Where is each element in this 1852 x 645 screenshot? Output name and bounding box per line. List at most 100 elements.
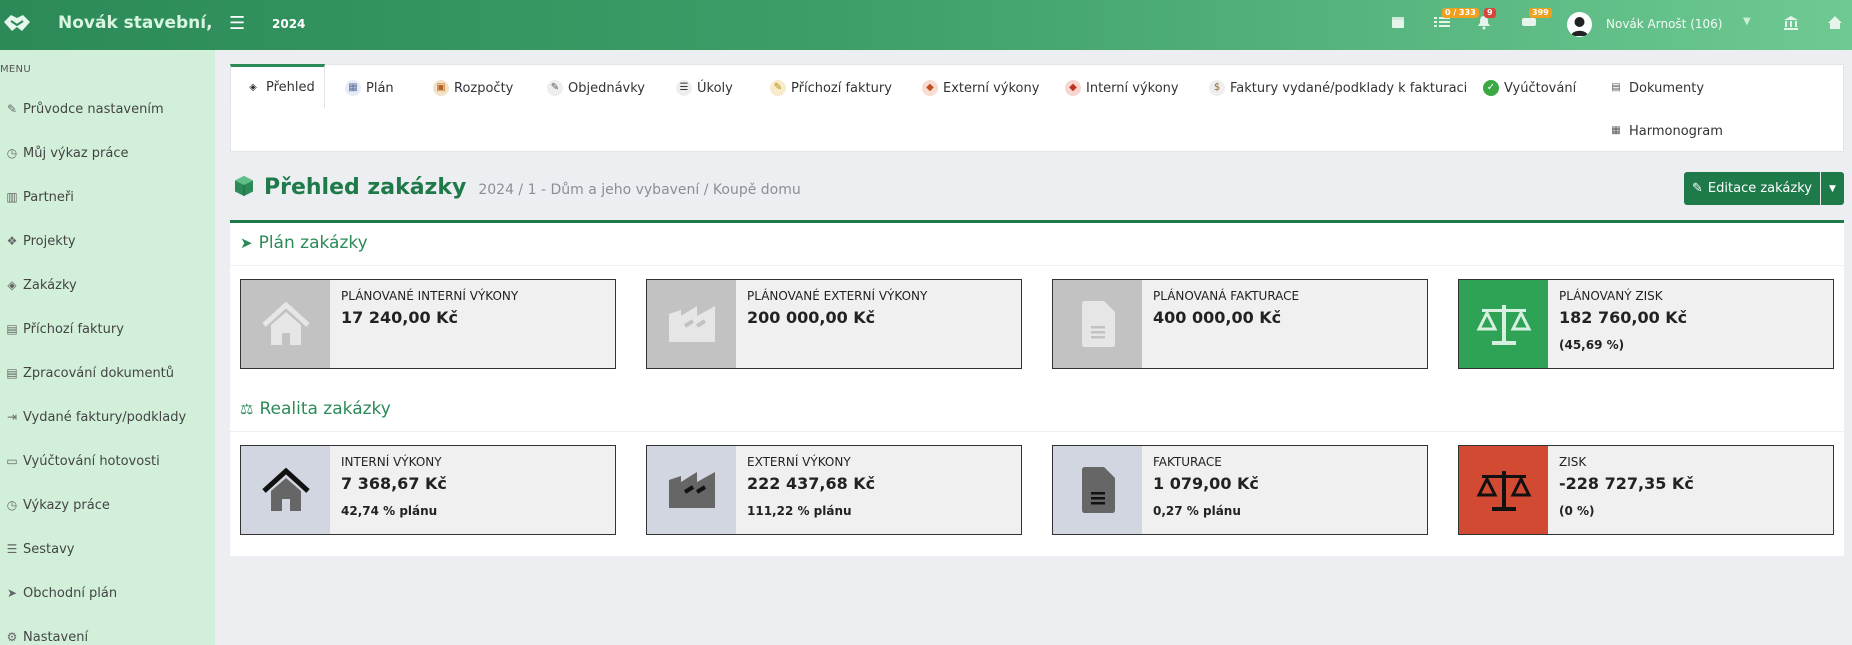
- tab-settlement[interactable]: ✓ Vyúčtování: [1483, 70, 1576, 106]
- tab-budgets[interactable]: ▣ Rozpočty: [433, 70, 513, 106]
- tab-incoming-invoices[interactable]: ✎ Příchozí faktury: [770, 70, 892, 106]
- sidebar-item-issued-invoices[interactable]: ⇥ Vydané faktury/podklady: [4, 405, 186, 429]
- home-icon[interactable]: [1825, 15, 1845, 35]
- calendar-icon: ▦: [1611, 125, 1621, 136]
- sidebar-item-incoming-invoices[interactable]: ▤ Příchozí faktury: [4, 317, 124, 341]
- file-text-icon: ▤: [6, 366, 18, 380]
- tab-purchase-orders[interactable]: ✎ Objednávky: [547, 70, 645, 106]
- sidebar-item-timesheets[interactable]: ◷ Výkazy práce: [4, 493, 110, 517]
- sidebar-item-setup-wizard[interactable]: ✎ Průvodce nastavením: [4, 97, 164, 121]
- card-value: -228 727,35 Kč: [1559, 474, 1694, 493]
- sidebar-item-label: Projekty: [23, 233, 76, 249]
- paper-plane-icon: ➤: [240, 234, 253, 252]
- house-icon: [241, 446, 330, 534]
- clock-icon: ◷: [6, 146, 18, 160]
- invoice-out-icon: $: [1209, 80, 1225, 96]
- house-icon: [241, 280, 330, 368]
- handshake-logo-icon[interactable]: [2, 8, 32, 38]
- card-label: Plánovaná fakturace: [1153, 289, 1300, 303]
- sidebar-item-business-plan[interactable]: ➤ Obchodní plán: [4, 581, 117, 605]
- tab-plan[interactable]: ▦ Plán: [345, 70, 394, 106]
- caret-down-icon: ▼: [1829, 183, 1836, 194]
- avatar[interactable]: [1567, 12, 1592, 37]
- reality-invoicing-card: Fakturace 1 079,00 Kč 0,27 % plánu: [1052, 445, 1428, 535]
- document-icon: ▤: [1611, 82, 1621, 93]
- cubes-icon: ❖: [6, 234, 18, 248]
- sidebar-item-label: Můj výkaz práce: [23, 145, 129, 161]
- messages-icon[interactable]: 399: [1519, 8, 1552, 35]
- bank-icon[interactable]: [1781, 15, 1801, 35]
- tab-issued-invoices[interactable]: $ Faktury vydané/podklady k fakturaci: [1209, 70, 1467, 106]
- sidebar-item-label: Průvodce nastavením: [23, 101, 164, 117]
- tab-label: Plán: [366, 80, 394, 96]
- hamburger-menu-icon[interactable]: ☰: [229, 13, 245, 34]
- card-label: Fakturace: [1153, 455, 1222, 469]
- reality-internal-work-card: Interní výkony 7 368,67 Kč 42,74 % plánu: [240, 445, 616, 535]
- calendar-icon: ▦: [345, 80, 361, 96]
- edit-dropdown-toggle[interactable]: ▼: [1821, 172, 1844, 205]
- brand-name[interactable]: Novák stavební,: [58, 13, 213, 33]
- file-export-icon: ⇥: [6, 410, 18, 424]
- sidebar-item-cash-settlement[interactable]: ▭ Vyúčtování hotovosti: [4, 449, 159, 473]
- file-icon: [1053, 280, 1142, 368]
- tab-schedule[interactable]: ▦ Harmonogram: [1608, 113, 1723, 149]
- tab-documents[interactable]: ▤ Dokumenty: [1608, 70, 1704, 106]
- order-icon: ✎: [547, 80, 563, 96]
- reality-external-work-card: Externí výkony 222 437,68 Kč 111,22 % pl…: [646, 445, 1022, 535]
- tab-external-work[interactable]: ◆ Externí výkony: [922, 70, 1039, 106]
- list-icon: ☰: [6, 542, 18, 556]
- breadcrumb: 2024 / 1 - Dům a jeho vybavení / Koupě d…: [478, 182, 801, 198]
- building-icon: ▥: [6, 190, 18, 204]
- gears-icon: ⚙: [6, 630, 18, 644]
- sidebar-item-settings[interactable]: ⚙ Nastavení: [4, 625, 88, 645]
- edit-order-button[interactable]: ✎ Editace zakázky: [1684, 172, 1820, 205]
- tab-tasks[interactable]: ☰ Úkoly: [676, 70, 733, 106]
- order-summary-panel: ➤ Plán zakázky Plánované interní výkony …: [230, 220, 1844, 556]
- industry-icon: [647, 446, 736, 534]
- card-label: Plánovaný zisk: [1559, 289, 1663, 303]
- file-icon: ▤: [6, 322, 18, 336]
- invoice-icon: ✎: [770, 80, 786, 96]
- edit-order-label: Editace zakázky: [1707, 181, 1812, 196]
- sidebar-item-label: Sestavy: [23, 541, 75, 557]
- internal-icon: ◆: [1065, 80, 1081, 96]
- sidebar-item-label: Příchozí faktury: [23, 321, 124, 337]
- card-label: Zisk: [1559, 455, 1587, 469]
- reality-profit-card: Zisk -228 727,35 Kč (0 %): [1458, 445, 1834, 535]
- page-title: Přehled zakázky: [264, 175, 467, 200]
- reality-section-title: ⚖ Realita zakázky: [240, 399, 391, 419]
- sidebar-item-my-timesheet[interactable]: ◷ Můj výkaz práce: [4, 141, 129, 165]
- sidebar-item-label: Zpracování dokumentů: [23, 365, 175, 381]
- tasks-icon[interactable]: 0 / 333: [1432, 8, 1479, 35]
- calendar-icon[interactable]: [1388, 15, 1408, 35]
- user-name[interactable]: Novák Arnošt (106): [1606, 17, 1722, 31]
- tab-label: Externí výkony: [943, 80, 1040, 96]
- card-subvalue: 0,27 % plánu: [1153, 504, 1241, 518]
- sidebar-item-orders[interactable]: ◈ Zakázky: [4, 273, 76, 297]
- sidebar-item-reports[interactable]: ☰ Sestavy: [4, 537, 75, 561]
- sidebar-item-label: Partneři: [23, 189, 74, 205]
- money-icon: ▭: [6, 454, 18, 468]
- tab-label: Přehled: [266, 80, 315, 95]
- list-icon: ☰: [676, 80, 692, 96]
- user-caret-icon[interactable]: ▼: [1743, 16, 1751, 27]
- sidebar: MENU ✎ Průvodce nastavením ◷ Můj výkaz p…: [0, 50, 215, 645]
- tab-label: Vyúčtování: [1504, 80, 1577, 96]
- sidebar-item-projects[interactable]: ❖ Projekty: [4, 229, 76, 253]
- menu-label: MENU: [0, 64, 31, 75]
- sidebar-item-document-processing[interactable]: ▤ Zpracování dokumentů: [4, 361, 174, 385]
- balance-scale-icon: [1459, 446, 1548, 534]
- card-subvalue: (45,69 %): [1559, 338, 1625, 352]
- year-selector[interactable]: 2024: [272, 17, 305, 31]
- tab-internal-work[interactable]: ◆ Interní výkony: [1065, 70, 1179, 106]
- sidebar-item-partners[interactable]: ▥ Partneři: [4, 185, 74, 209]
- cube-icon: ◈: [7, 278, 17, 292]
- bell-icon[interactable]: 9: [1474, 8, 1496, 35]
- card-label: Plánované interní výkony: [341, 289, 519, 303]
- tab-overview[interactable]: ◈ Přehled: [230, 64, 325, 108]
- card-value: 222 437,68 Kč: [747, 474, 876, 493]
- sidebar-item-label: Nastavení: [23, 629, 89, 645]
- sidebar-item-label: Obchodní plán: [23, 585, 118, 601]
- cube-icon: ◈: [249, 81, 257, 93]
- page-header: Přehled zakázky 2024 / 1 - Dům a jeho vy…: [232, 170, 801, 200]
